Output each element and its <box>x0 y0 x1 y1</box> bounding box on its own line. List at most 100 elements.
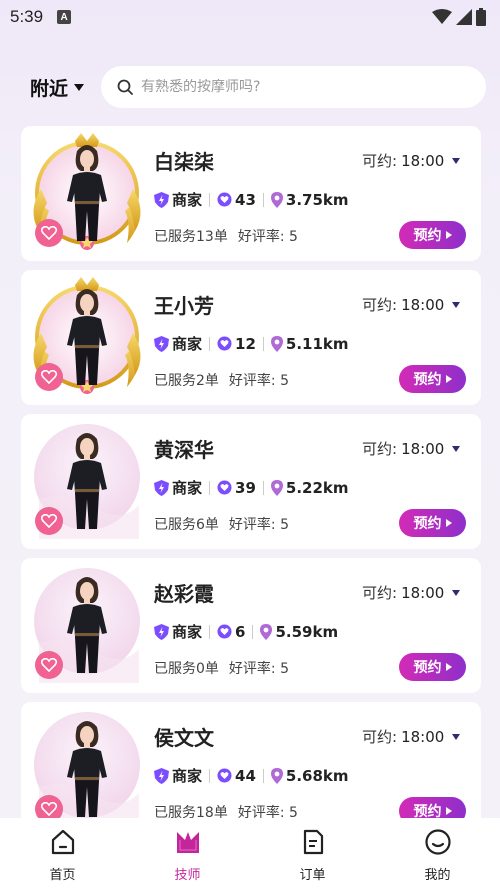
book-button[interactable]: 预约 <box>399 365 466 393</box>
therapist-score: 43 <box>235 190 256 209</box>
heart-badge-icon <box>217 624 232 639</box>
tab-label: 订单 <box>299 868 326 883</box>
divider <box>209 624 211 639</box>
therapist-name: 赵彩霞 <box>154 582 214 606</box>
top-bar: 附近 <box>0 64 500 110</box>
favorite-button[interactable] <box>35 795 63 818</box>
profile-icon <box>424 828 452 860</box>
therapist-name: 黄深华 <box>154 438 214 462</box>
rating: 好评率: 5 <box>228 517 289 533</box>
order-icon <box>299 828 327 860</box>
tab-profile[interactable]: 我的 <box>375 818 500 888</box>
therapist-stats: 已服务6单 好评率: 5 <box>154 514 289 534</box>
tab-therapist[interactable]: 技师 <box>125 818 250 888</box>
availability-time: 18:00 <box>401 583 445 602</box>
tab-home[interactable]: 首页 <box>0 818 125 888</box>
therapist-name: 白柒柒 <box>154 150 214 174</box>
location-pin-icon <box>260 623 273 640</box>
therapist-card[interactable]: 王小芳 可约: 18:00 商家 12 5.11km 已服务2单 好评率: 5 <box>21 270 481 405</box>
therapist-meta: 商家 6 5.59km <box>154 621 338 642</box>
therapist-score: 6 <box>235 622 246 641</box>
status-icons <box>432 8 486 26</box>
home-icon <box>49 828 77 860</box>
therapist-avatar[interactable] <box>27 419 147 539</box>
therapist-card[interactable]: 黄深华 可约: 18:00 商家 39 5.22km 已服务6单 好评率: 5 <box>21 414 481 549</box>
rating: 好评率: 5 <box>228 373 289 389</box>
search-input[interactable] <box>141 79 461 95</box>
availability-selector[interactable]: 可约: 18:00 <box>362 726 461 747</box>
therapist-icon <box>174 828 202 860</box>
battery-icon <box>476 8 486 26</box>
location-pin-icon <box>270 335 283 352</box>
favorite-button[interactable] <box>35 507 63 535</box>
tab-order[interactable]: 订单 <box>250 818 375 888</box>
location-selector[interactable]: 附近 <box>30 74 85 101</box>
availability-time: 18:00 <box>401 727 445 746</box>
therapist-distance: 3.75km <box>285 190 349 209</box>
therapist-score: 44 <box>235 766 256 785</box>
therapist-card[interactable]: 白柒柒 可约: 18:00 商家 43 3.75km 已服务13单 好评率: 5 <box>21 126 481 261</box>
notification-a-icon: A <box>57 10 72 24</box>
therapist-avatar[interactable] <box>27 563 147 683</box>
caret-down-icon <box>452 733 461 740</box>
book-button[interactable]: 预约 <box>399 653 466 681</box>
merchant-shield-icon <box>154 623 169 640</box>
heart-badge-icon <box>217 192 232 207</box>
availability-selector[interactable]: 可约: 18:00 <box>362 438 461 459</box>
tab-label: 技师 <box>174 868 201 883</box>
book-button[interactable]: 预约 <box>399 797 466 818</box>
availability-selector[interactable]: 可约: 18:00 <box>362 150 461 171</box>
favorite-button[interactable] <box>35 363 63 391</box>
heart-badge-icon <box>217 480 232 495</box>
availability-selector[interactable]: 可约: 18:00 <box>362 582 461 603</box>
merchant-label: 商家 <box>172 335 203 353</box>
availability-time: 18:00 <box>401 295 445 314</box>
favorite-button[interactable] <box>35 651 63 679</box>
availability-selector[interactable]: 可约: 18:00 <box>362 294 461 315</box>
therapist-avatar[interactable] <box>27 707 147 818</box>
book-label: 预约 <box>413 660 442 676</box>
therapist-name: 侯文文 <box>154 726 214 750</box>
merchant-shield-icon <box>154 767 169 784</box>
therapist-distance: 5.59km <box>275 622 339 641</box>
play-icon <box>445 807 452 815</box>
therapist-meta: 商家 44 5.68km <box>154 765 349 786</box>
book-button[interactable]: 预约 <box>399 221 466 249</box>
book-label: 预约 <box>413 516 442 532</box>
therapist-meta: 商家 12 5.11km <box>154 333 349 354</box>
merchant-label: 商家 <box>172 479 203 497</box>
book-button[interactable]: 预约 <box>399 509 466 537</box>
caret-down-icon <box>74 83 85 91</box>
caret-down-icon <box>452 157 461 164</box>
therapist-stats: 已服务0单 好评率: 5 <box>154 658 289 678</box>
search-icon <box>117 79 133 95</box>
location-pin-icon <box>270 767 283 784</box>
heart-badge-icon <box>217 768 232 783</box>
therapist-meta: 商家 39 5.22km <box>154 477 349 498</box>
divider <box>262 480 264 495</box>
merchant-shield-icon <box>154 335 169 352</box>
rating: 好评率: 5 <box>237 229 298 245</box>
therapist-avatar[interactable] <box>27 131 147 251</box>
divider <box>209 336 211 351</box>
therapist-stats: 已服务13单 好评率: 5 <box>154 226 298 246</box>
favorite-button[interactable] <box>35 219 63 247</box>
therapist-name: 王小芳 <box>154 294 214 318</box>
tab-label: 我的 <box>424 868 451 883</box>
play-icon <box>445 519 452 527</box>
availability-label: 可约: <box>362 152 398 170</box>
merchant-shield-icon <box>154 191 169 208</box>
heart-icon <box>41 658 57 672</box>
book-label: 预约 <box>413 372 442 388</box>
therapist-card[interactable]: 赵彩霞 可约: 18:00 商家 6 5.59km 已服务0单 好评率: 5 预… <box>21 558 481 693</box>
status-bar: 5:39 A <box>0 0 500 34</box>
served-count: 已服务18单 <box>154 805 228 818</box>
divider <box>262 768 264 783</box>
availability-label: 可约: <box>362 296 398 314</box>
book-label: 预约 <box>413 228 442 244</box>
therapist-stats: 已服务18单 好评率: 5 <box>154 802 298 818</box>
therapist-card[interactable]: 侯文文 可约: 18:00 商家 44 5.68km 已服务18单 好评率: 5 <box>21 702 481 818</box>
rating: 好评率: 5 <box>237 805 298 818</box>
therapist-avatar[interactable] <box>27 275 147 395</box>
search-box[interactable] <box>101 66 486 108</box>
